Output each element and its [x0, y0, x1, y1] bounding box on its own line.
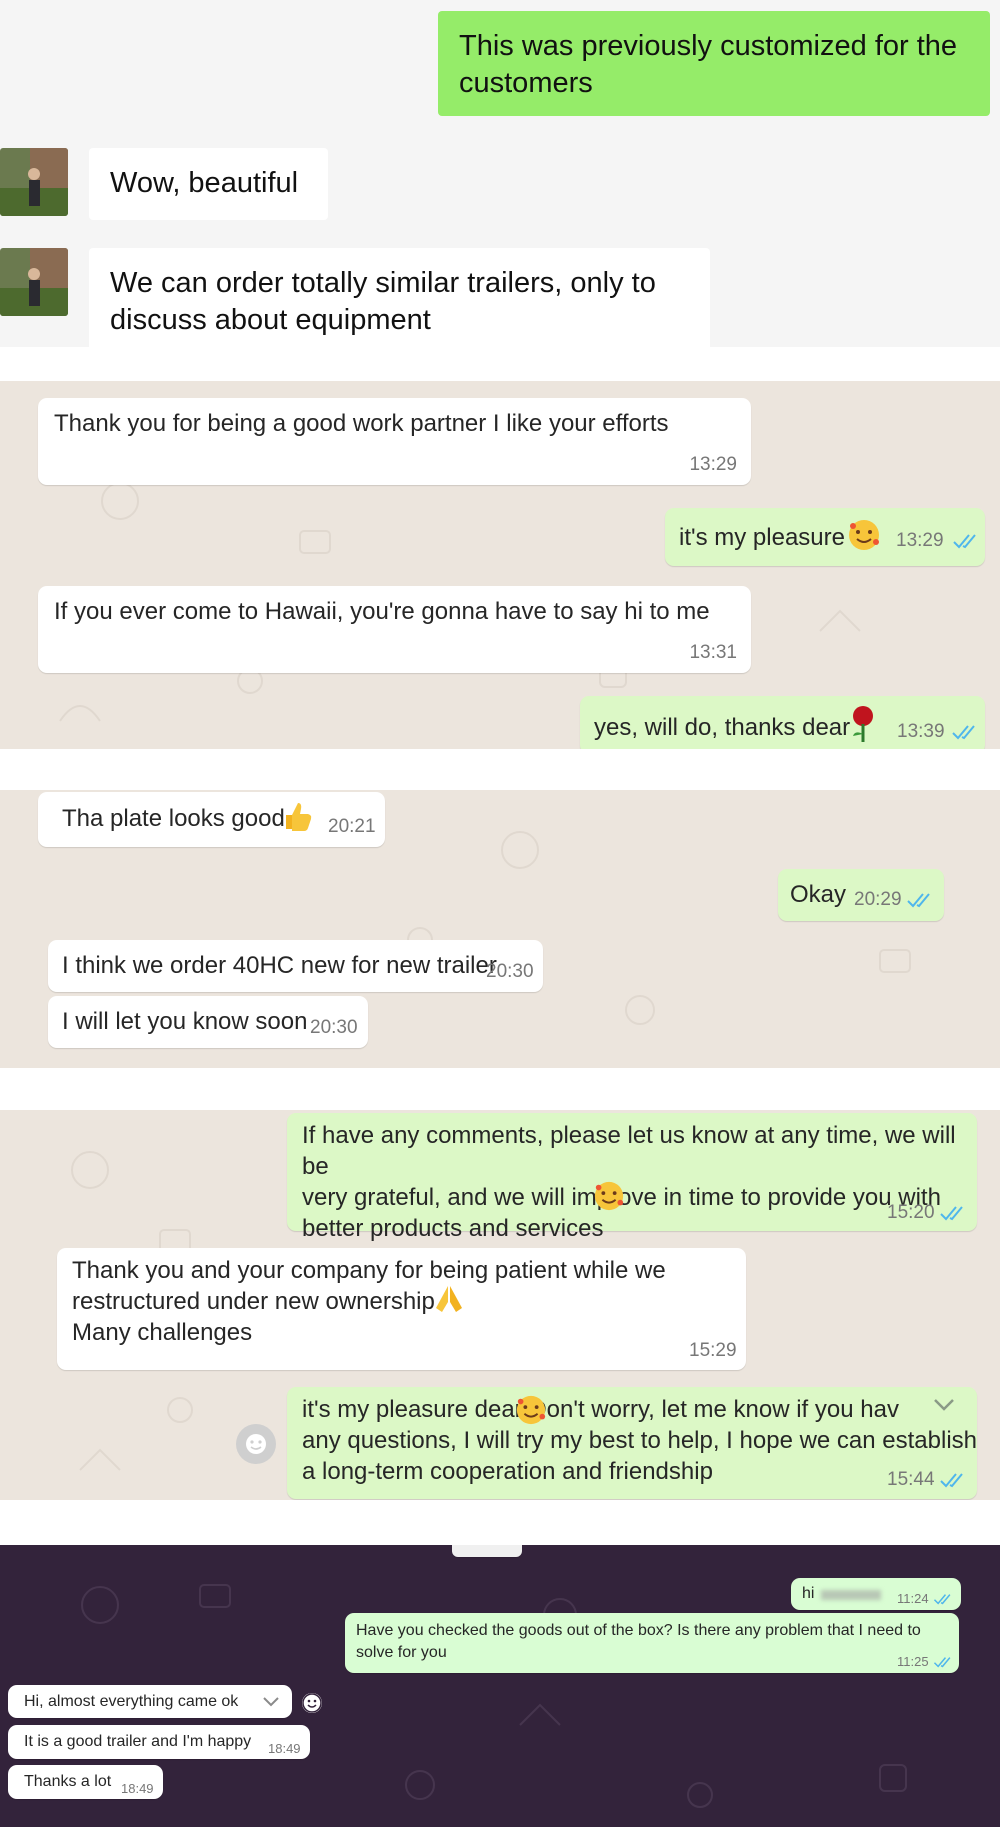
- message-text: Wow, beautiful: [110, 167, 299, 199]
- message-time: 20:30: [486, 961, 534, 982]
- incoming-message[interactable]: I think we order 40HC new for new traile…: [48, 940, 543, 992]
- emoji-reaction-icon[interactable]: [236, 1424, 276, 1464]
- message-text: We can order totally similar trailers, o…: [110, 267, 656, 336]
- incoming-message[interactable]: It is a good trailer and I'm happy 18:49: [8, 1725, 310, 1759]
- message-time: 15:44: [887, 1469, 935, 1490]
- message-text: I think we order 40HC new for new traile…: [62, 952, 497, 979]
- outgoing-message[interactable]: hi 11:24: [791, 1578, 961, 1610]
- rose-emoji: [848, 704, 878, 749]
- smiling-hearts-emoji: [593, 1180, 625, 1217]
- redacted-name: [821, 1590, 881, 1600]
- message-text: Thanks a lot: [24, 1773, 112, 1790]
- message-time: 13:29: [896, 530, 944, 551]
- outgoing-message[interactable]: yes, will do, thanks dear 13:39: [580, 696, 985, 749]
- double-check-icon: [933, 1594, 951, 1605]
- chevron-down-icon[interactable]: [262, 1696, 280, 1708]
- message-text: Okay: [790, 881, 847, 908]
- whatsapp-chat-panel: If have any comments, please let us know…: [0, 1110, 1000, 1500]
- message-time: 11:24: [897, 1591, 929, 1606]
- message-text: yes, will do, thanks dear: [594, 714, 851, 741]
- contact-avatar[interactable]: [0, 248, 68, 316]
- incoming-message[interactable]: Thanks a lot 18:49: [8, 1765, 163, 1799]
- message-text: Hi, almost everything came ok: [24, 1693, 239, 1710]
- message-text: If you ever come to Hawaii, you're gonna…: [54, 598, 710, 625]
- message-time: 13:31: [689, 642, 737, 663]
- smiling-hearts-emoji: [515, 1394, 547, 1431]
- outgoing-message[interactable]: it's my pleasure 13:29: [665, 508, 985, 566]
- emoji-reaction-icon[interactable]: [302, 1693, 322, 1713]
- outgoing-message[interactable]: Okay 20:29: [778, 869, 944, 921]
- incoming-message[interactable]: Tha plate looks good 20:21: [38, 792, 385, 847]
- double-check-icon: [907, 893, 930, 908]
- message-text: It is a good trailer and I'm happy: [24, 1733, 252, 1750]
- message-time: 20:29: [854, 889, 902, 910]
- message-text: If have any comments, please let us know…: [302, 1122, 956, 1242]
- message-time: 13:29: [689, 454, 737, 475]
- message-text: hi: [802, 1585, 815, 1602]
- double-check-icon: [940, 1473, 963, 1488]
- incoming-message[interactable]: Thank you for being a good work partner …: [38, 398, 751, 485]
- folded-hands-emoji: [432, 1284, 466, 1319]
- message-time: 20:30: [310, 1017, 358, 1038]
- thumbs-up-emoji: [280, 799, 314, 838]
- incoming-message[interactable]: Wow, beautiful: [89, 148, 328, 220]
- outgoing-message[interactable]: Have you checked the goods out of the bo…: [345, 1613, 959, 1673]
- message-text: This was previously customized for the c…: [459, 30, 958, 99]
- chevron-down-icon[interactable]: [932, 1397, 956, 1413]
- message-text: Tha plate looks good: [62, 805, 285, 832]
- outgoing-message[interactable]: This was previously customized for the c…: [438, 11, 990, 116]
- double-check-icon: [952, 725, 975, 740]
- message-text: it's my pleasure: [679, 524, 845, 551]
- incoming-message[interactable]: I will let you know soon 20:30: [48, 996, 368, 1048]
- incoming-message[interactable]: If you ever come to Hawaii, you're gonna…: [38, 586, 751, 673]
- outgoing-message[interactable]: it's my pleasure dear Don't worry, let m…: [287, 1387, 977, 1499]
- message-text: Have you checked the goods out of the bo…: [356, 1622, 921, 1661]
- smiling-hearts-emoji: [847, 518, 881, 557]
- message-text: Thank you for being a good work partner …: [54, 410, 669, 437]
- incoming-message[interactable]: Thank you and your company for being pat…: [57, 1248, 746, 1370]
- wechat-chat-panel: This was previously customized for the c…: [0, 0, 1000, 347]
- double-check-icon: [953, 534, 976, 549]
- outgoing-message[interactable]: If have any comments, please let us know…: [287, 1113, 977, 1242]
- incoming-message[interactable]: Hi, almost everything came ok: [8, 1685, 292, 1718]
- message-text: Thank you and your company for being pat…: [72, 1257, 666, 1346]
- whatsapp-chat-panel: Thank you for being a good work partner …: [0, 381, 1000, 749]
- double-check-icon: [940, 1206, 963, 1221]
- message-time: 13:39: [897, 721, 945, 742]
- message-time: 11:25: [897, 1654, 929, 1669]
- message-time: 20:21: [328, 816, 376, 837]
- message-text: it's my pleasure dear Don't worry, let m…: [302, 1396, 978, 1485]
- date-divider-tab: [452, 1545, 522, 1557]
- incoming-message[interactable]: We can order totally similar trailers, o…: [89, 248, 710, 347]
- whatsapp-chat-panel: Tha plate looks good 20:21 Okay 20:29 I …: [0, 790, 1000, 1068]
- whatsapp-dark-chat-panel: hi 11:24 Have you checked the goods out …: [0, 1545, 1000, 1827]
- message-time: 18:49: [121, 1781, 154, 1796]
- message-time: 15:20: [887, 1202, 935, 1223]
- message-text: I will let you know soon: [62, 1008, 308, 1035]
- message-time: 18:49: [268, 1741, 301, 1756]
- double-check-icon: [933, 1657, 951, 1668]
- contact-avatar[interactable]: [0, 148, 68, 216]
- message-time: 15:29: [689, 1340, 737, 1361]
